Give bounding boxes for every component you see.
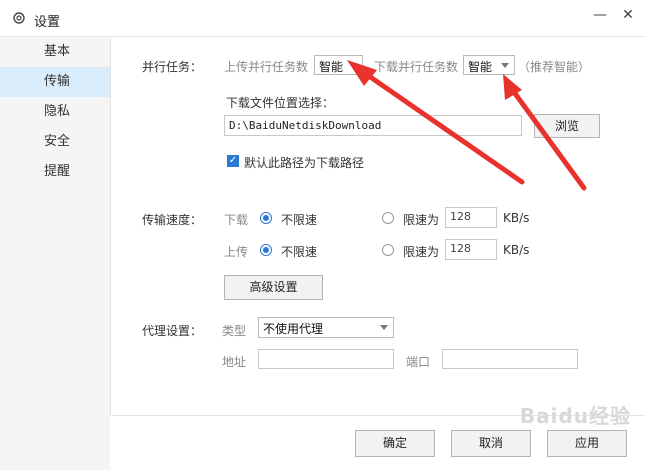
annotation-arrow — [503, 74, 587, 191]
annotation-arrow — [347, 60, 525, 185]
annotation-arrows — [347, 60, 587, 191]
